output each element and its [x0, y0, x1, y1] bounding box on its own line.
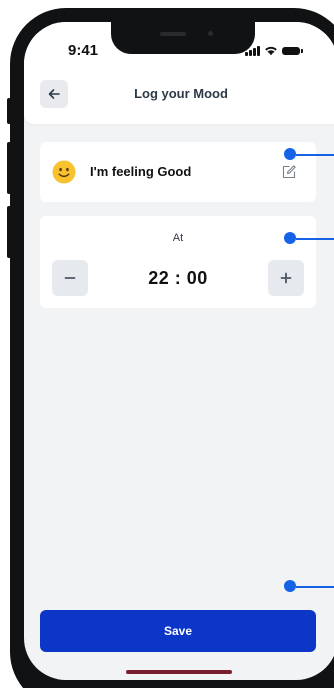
time-picker-card: At 22 : 00: [40, 216, 316, 308]
mood-label: I'm feeling Good: [90, 164, 192, 179]
mood-card[interactable]: I'm feeling Good: [40, 142, 316, 202]
wifi-icon: [265, 46, 277, 56]
cellular-signal-icon: [245, 46, 260, 56]
status-bar-icons: [245, 44, 303, 56]
annotation-line: [296, 154, 334, 156]
battery-icon: [282, 47, 303, 55]
plus-icon: [280, 272, 292, 284]
page-title: Log your Mood: [134, 86, 228, 101]
time-label: At: [172, 232, 184, 244]
annotation-dot: [284, 148, 296, 160]
annotation-line: [296, 238, 334, 240]
save-button[interactable]: Save: [40, 610, 316, 652]
device-mockup: 9:41 Log your Mood I'm feeling Good At 2…: [0, 0, 334, 688]
app-header: 9:41 Log your Mood: [24, 22, 334, 124]
increment-time-button[interactable]: [268, 260, 304, 296]
front-camera: [208, 31, 213, 36]
annotation-line: [296, 586, 334, 588]
annotation-dot: [284, 232, 296, 244]
status-bar-time: 9:41: [68, 42, 99, 59]
speaker-grille: [160, 32, 186, 36]
annotation-dot: [284, 580, 296, 592]
slightly-smiling-face-icon: [52, 160, 76, 184]
home-indicator: [126, 670, 232, 674]
edit-icon[interactable]: [282, 165, 296, 179]
device-notch: [111, 22, 255, 54]
